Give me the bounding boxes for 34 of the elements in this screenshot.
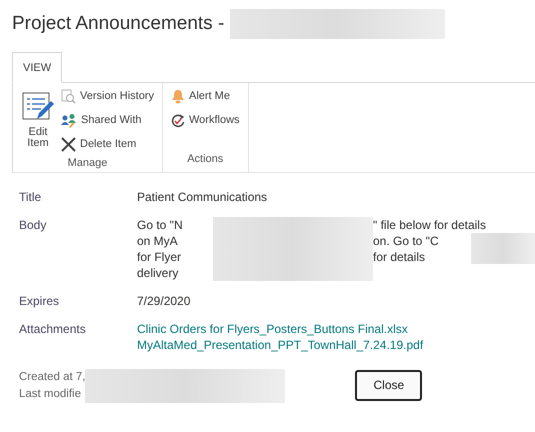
- modified-text: Last modifie: [19, 386, 82, 402]
- field-label: Expires: [19, 292, 60, 308]
- body-text: on MyA: [137, 232, 179, 248]
- body-text: delivery: [137, 264, 180, 280]
- ribbon-group-label: Actions: [186, 152, 224, 167]
- ribbon-button[interactable]: Alert Me: [170, 86, 240, 106]
- attachment-link[interactable]: Clinic Orders for Flyers_Posters_Buttons Final.xlsx: [137, 320, 535, 336]
- field-value: Patient Communications: [137, 190, 268, 204]
- page-title: Project Announcements -: [12, 12, 224, 36]
- field-label: Body: [19, 216, 48, 234]
- workflow-icon: [170, 114, 185, 128]
- body-text: for details: [372, 248, 426, 264]
- redaction-block: [471, 232, 535, 264]
- edit-item-button[interactable]: Edit Item: [21, 86, 55, 154]
- ribbon-group-label: Manage: [66, 156, 108, 170]
- body-text: for Flyer: [137, 248, 182, 264]
- document-search-icon: [61, 89, 76, 104]
- ribbon-button[interactable]: Delete Item: [61, 134, 154, 154]
- body-text: Go to "N: [137, 216, 184, 232]
- bell-icon: [170, 89, 185, 104]
- field-label: Attachments: [19, 320, 87, 338]
- field-label: Title: [19, 188, 42, 204]
- delete-icon: [61, 137, 76, 152]
- ribbon-tab[interactable]: VIEW: [12, 52, 62, 82]
- attachment-link[interactable]: MyAltaMed_Presentation_PPT_TownHall_7.24.19.pdf: [137, 336, 535, 352]
- close-button[interactable]: Close: [355, 370, 422, 401]
- people-icon: [61, 113, 77, 128]
- field-value: 7/29/2020: [137, 294, 190, 308]
- ribbon-button[interactable]: Version History: [61, 86, 154, 106]
- body-text: " file below for details: [372, 216, 487, 232]
- body-text: on. Go to "C: [372, 232, 440, 248]
- created-text: Created at 7,: [19, 370, 86, 384]
- ribbon-button[interactable]: Shared With: [61, 110, 154, 130]
- ribbon-button[interactable]: Workflows: [170, 110, 240, 130]
